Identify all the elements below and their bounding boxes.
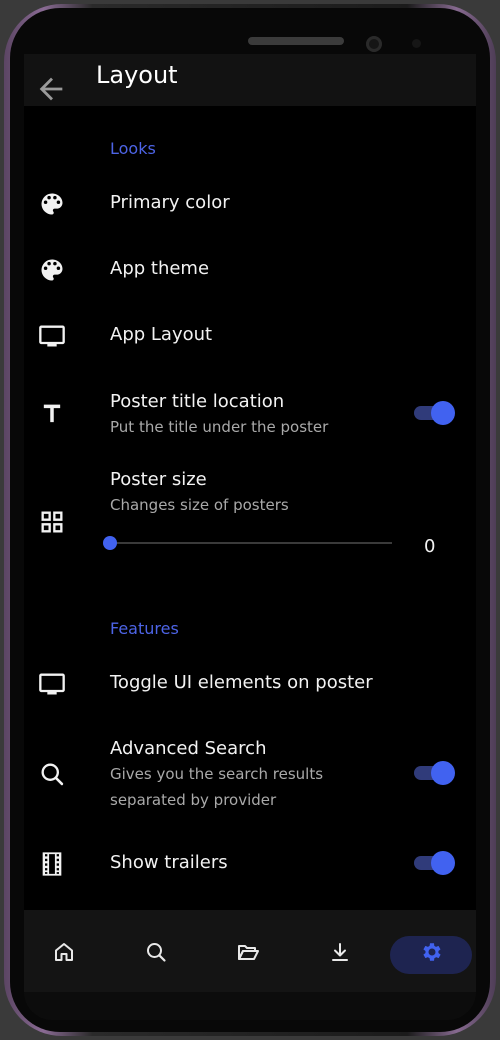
toggle-poster-title-location[interactable] [414, 401, 455, 425]
download-icon [332, 943, 348, 961]
nav-library[interactable] [228, 932, 268, 972]
monitor-icon [39, 673, 65, 695]
poster-size-slider[interactable] [102, 534, 394, 552]
home-icon [55, 943, 73, 961]
slider-knob[interactable] [103, 536, 117, 550]
poster-size-value: 0 [424, 536, 436, 557]
search-icon [147, 943, 166, 962]
palette-icon [41, 193, 63, 215]
nav-home[interactable] [44, 932, 84, 972]
setting-advanced-search-subtitle-1: Gives you the search results [110, 765, 324, 783]
section-header-looks: Looks [110, 139, 156, 158]
setting-toggle-ui-elements[interactable]: Toggle UI elements on poster [110, 672, 373, 693]
nav-settings[interactable] [411, 932, 451, 972]
grid-icon [41, 511, 63, 533]
toggle-show-trailers[interactable] [414, 851, 455, 875]
search-icon [41, 763, 64, 786]
gear-icon [423, 943, 441, 961]
setting-poster-size-subtitle: Changes size of posters [110, 496, 289, 514]
film-icon [42, 852, 62, 876]
toggle-thumb [431, 401, 455, 425]
app-bar: Layout [24, 54, 476, 106]
folder-open-icon [238, 945, 259, 960]
phone-bottom-bezel [24, 992, 476, 1020]
proximity-sensor [412, 39, 421, 48]
monitor-icon [39, 325, 65, 347]
setting-poster-title-location[interactable]: Poster title location [110, 391, 284, 412]
slider-rail [110, 542, 392, 544]
app-screen: Layout Looks Primary color App theme App… [24, 54, 476, 992]
bottom-navigation [24, 910, 476, 992]
toggle-thumb [431, 761, 455, 785]
setting-advanced-search[interactable]: Advanced Search [110, 738, 266, 759]
page-title: Layout [96, 61, 178, 89]
setting-app-layout[interactable]: App Layout [110, 324, 212, 345]
toggle-advanced-search[interactable] [414, 761, 455, 785]
section-header-features: Features [110, 619, 179, 638]
nav-downloads[interactable] [320, 932, 360, 972]
nav-search[interactable] [136, 932, 176, 972]
setting-show-trailers[interactable]: Show trailers [110, 852, 228, 873]
arrow-left-icon[interactable] [34, 72, 68, 106]
phone-top [34, 8, 486, 60]
setting-poster-size[interactable]: Poster size [110, 469, 207, 490]
toggle-thumb [431, 851, 455, 875]
setting-poster-title-location-subtitle: Put the title under the poster [110, 418, 329, 436]
setting-app-theme[interactable]: App theme [110, 258, 209, 279]
earpiece-speaker [248, 37, 344, 45]
front-camera [366, 36, 382, 52]
setting-advanced-search-subtitle-2: separated by provider [110, 791, 277, 809]
setting-primary-color[interactable]: Primary color [110, 192, 230, 213]
palette-icon [41, 259, 63, 281]
text-icon [43, 404, 61, 423]
